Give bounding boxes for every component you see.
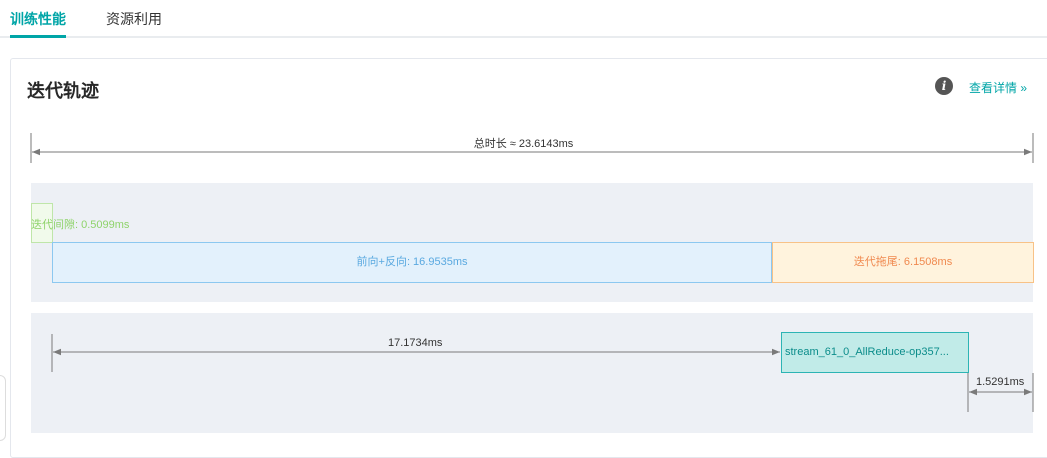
stream-start-arrow: [51, 334, 780, 372]
stream-end-arrow: [967, 373, 1034, 412]
side-handle[interactable]: [0, 375, 6, 441]
total-duration-arrow: [30, 133, 1034, 163]
measurement-arrows: [30, 133, 1034, 412]
